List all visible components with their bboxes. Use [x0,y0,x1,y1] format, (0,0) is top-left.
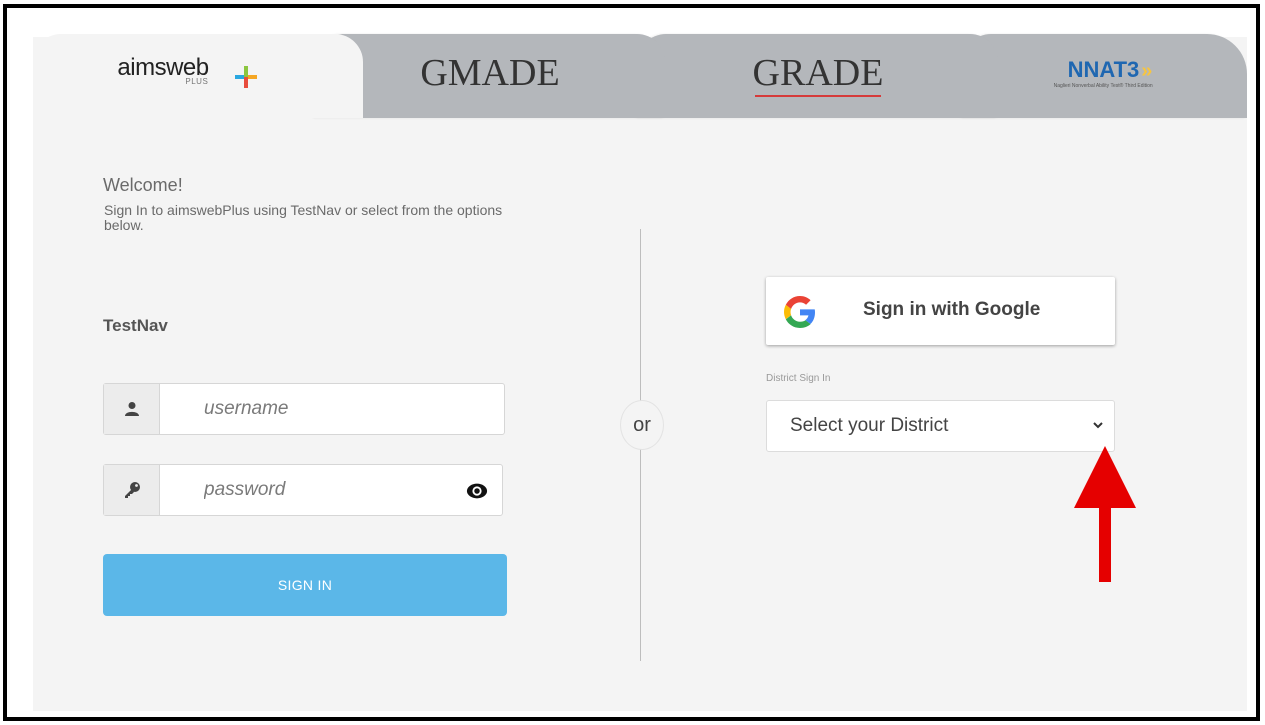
nnat3-logo-text: NNAT3 [1067,57,1140,82]
welcome-heading: Welcome! [103,175,183,195]
or-separator: or [620,400,664,450]
tab-nnat3[interactable]: NNAT3» Naglieri Nonverbal Ability Test® … [963,34,1247,118]
gmade-logo: GMADE [420,52,560,94]
district-sign-in-label: District Sign In [766,373,831,384]
district-select[interactable]: Select your District [766,400,1115,452]
sign-in-button[interactable]: SIGN IN [103,554,507,616]
chevron-down-icon [1093,422,1103,429]
tab-grade[interactable]: GRADE [638,34,998,118]
tab-aimsweb[interactable]: aimsweb PLUS [33,34,363,118]
nnat3-chevron-icon: » [1141,60,1153,82]
key-icon [104,465,160,515]
tab-gmade[interactable]: GMADE [315,34,665,118]
password-input[interactable] [204,465,464,515]
annotation-arrow [1074,446,1136,582]
eye-icon[interactable] [466,481,488,501]
grade-logo-underline [754,95,882,97]
google-sign-in-label: Sign in with Google [863,299,1041,320]
aimsweb-logo-plus: PLUS [185,77,209,86]
grade-logo: GRADE [752,51,884,97]
google-sign-in-button[interactable]: Sign in with Google [766,277,1115,345]
nnat3-logo: NNAT3» Naglieri Nonverbal Ability Test® … [1054,57,1153,89]
username-input[interactable] [204,384,464,434]
aimsweb-logo: aimsweb PLUS [117,54,258,88]
password-field [103,464,503,516]
plus-cross-icon [235,66,258,88]
grade-logo-text: GRADE [752,52,884,94]
google-g-icon [784,296,815,328]
nnat3-logo-subtitle: Naglieri Nonverbal Ability Test® Third E… [1053,83,1153,89]
testnav-title: TestNav [103,316,168,335]
product-tabs: aimsweb PLUS GMADE GRADE NNAT3» Naglieri… [33,34,1247,118]
district-select-value: Select your District [790,415,949,436]
welcome-subtitle: Sign In to aimswebPlus using TestNav or … [104,202,503,233]
user-icon [104,384,160,434]
username-field [103,383,505,435]
